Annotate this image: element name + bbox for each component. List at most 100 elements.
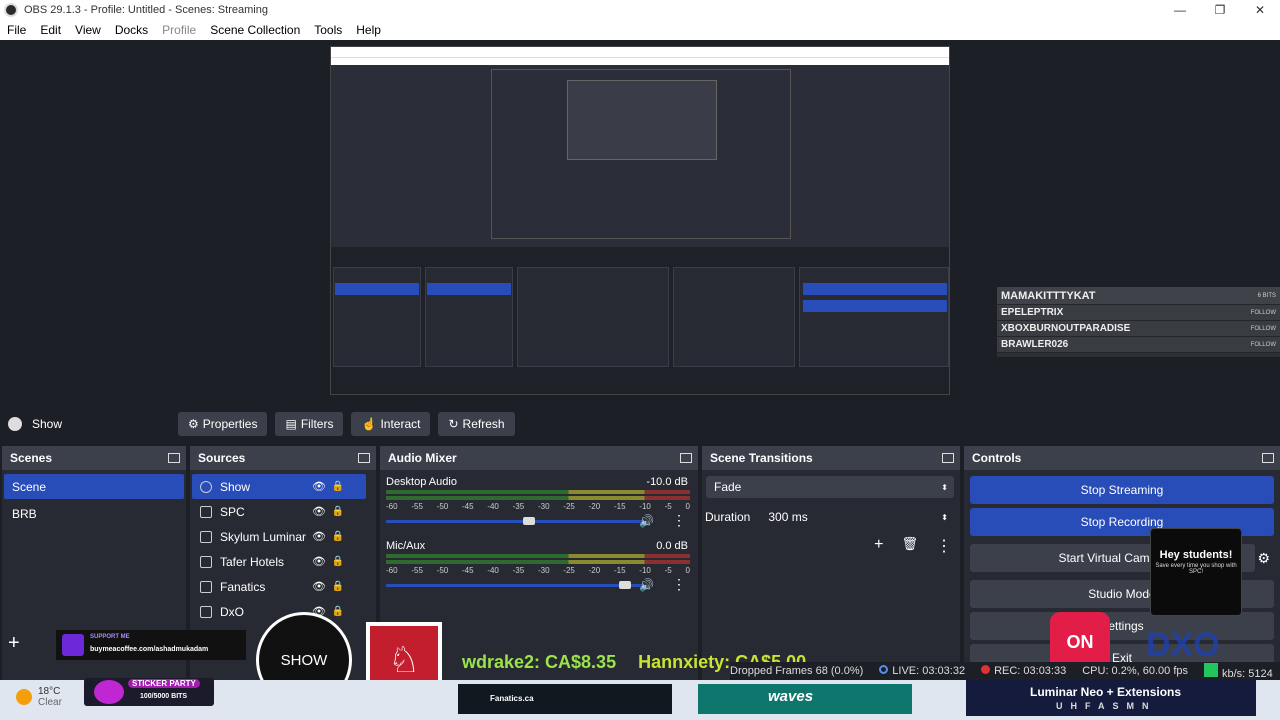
nested-transitions-dock	[673, 267, 795, 367]
controls-header: Controls	[964, 446, 1280, 470]
browser-source-icon	[8, 417, 22, 431]
record-icon	[981, 665, 991, 674]
nested-title-bar	[331, 47, 949, 57]
lock-icon[interactable]: 🔒	[332, 481, 344, 492]
more-options-icon[interactable]: ⋮	[936, 536, 952, 556]
filter-icon: ▤	[285, 417, 297, 431]
support-banner: SUPPORT ME buymeacoffee.com/ashadmukadam	[56, 630, 246, 660]
undock-icon[interactable]	[680, 453, 692, 463]
image-source-icon	[200, 505, 212, 518]
preview-area: MAMAKITTTYKAT 6 BITS EPELEPTRIX FOLLOW X…	[0, 40, 1280, 406]
eye-icon[interactable]: 👁	[312, 580, 326, 593]
spc-promo-overlay: Hey students! Save every time you shop w…	[1150, 528, 1242, 616]
scenes-header: Scenes	[2, 446, 186, 470]
menu-file[interactable]: File	[0, 23, 33, 37]
virtual-camera-settings-icon[interactable]: ⚙	[1257, 550, 1270, 567]
source-item-spc[interactable]: SPC 👁 🔒	[192, 499, 366, 524]
eye-icon[interactable]: 👁	[312, 530, 326, 543]
duration-input[interactable]: 300 ms ⬍	[760, 506, 954, 528]
add-scene-icon[interactable]: +	[8, 632, 20, 655]
undock-icon[interactable]	[168, 453, 180, 463]
unlock-icon[interactable]: 🔒	[332, 556, 344, 567]
menu-help[interactable]: Help	[349, 23, 388, 37]
obs-logo-icon	[4, 3, 18, 17]
coffee-cup-icon	[62, 634, 84, 656]
source-item-fanatics[interactable]: Fanatics 👁 🔒	[192, 574, 366, 599]
source-item-tafer[interactable]: Tafer Hotels 👁 🔒	[192, 549, 366, 574]
cpu-status: CPU: 0.2%, 60.00 fps	[1082, 665, 1188, 677]
volume-meter	[386, 496, 690, 500]
menu-profile[interactable]: Profile	[155, 23, 203, 37]
slider-knob[interactable]	[619, 581, 632, 589]
speaker-icon[interactable]: 🔊	[639, 514, 654, 528]
menu-docks[interactable]: Docks	[108, 23, 155, 37]
add-transition-icon[interactable]: +	[874, 536, 883, 556]
scene-transitions-dock: Scene Transitions Fade ⬍ Duration 300 ms…	[702, 446, 960, 680]
weather-widget[interactable]: 18°C Clear	[16, 686, 62, 708]
menu-view[interactable]: View	[68, 23, 108, 37]
browser-source-icon	[200, 480, 212, 493]
nested-scenes-dock	[333, 267, 421, 367]
chat-row: EPELEPTRIX FOLLOW	[997, 305, 1280, 321]
fanatics-ad: Fanatics.ca	[458, 684, 672, 714]
unlock-icon[interactable]: 🔒	[332, 531, 344, 542]
menu-edit[interactable]: Edit	[33, 23, 68, 37]
unlock-icon[interactable]: 🔒	[332, 581, 344, 592]
unlock-icon[interactable]: 🔒	[332, 606, 344, 617]
sources-header: Sources	[190, 446, 376, 470]
eye-icon[interactable]: 👁	[312, 555, 326, 568]
volume-slider[interactable]	[386, 517, 646, 525]
rec-status: REC: 03:03:33	[981, 665, 1066, 677]
image-source-icon	[200, 555, 212, 568]
mixer-channel-mic: Mic/Aux 0.0 dB -60 -55 -50 -45 -40 -35 -30 -25-…	[386, 540, 690, 593]
kbps-status: kb/s: 5124	[1204, 662, 1273, 680]
unlock-icon[interactable]: 🔒	[332, 506, 344, 517]
source-item-show[interactable]: Show 👁 🔒	[192, 474, 366, 499]
nested-mixer-dock	[517, 267, 669, 367]
nested-stop-streaming	[803, 283, 947, 295]
transition-select[interactable]: Fade ⬍	[706, 476, 954, 498]
spinner-icon[interactable]: ⬍	[941, 513, 948, 522]
interact-button[interactable]: ☝ Interact	[351, 412, 431, 436]
source-item-skylum[interactable]: Skylum Luminar 👁 🔒	[192, 524, 366, 549]
properties-button[interactable]: ⚙ Properties	[178, 412, 268, 436]
undock-icon[interactable]	[1262, 453, 1274, 463]
more-options-icon[interactable]: ⋮	[672, 512, 686, 529]
refresh-button[interactable]: ↻ Refresh	[438, 412, 515, 436]
chat-header: MAMAKITTTYKAT 6 BITS	[997, 287, 1280, 305]
menu-bar: File Edit View Docks Profile Scene Colle…	[0, 20, 1280, 40]
mixer-channel-desktop: Desktop Audio -10.0 dB -60 -55 -50 -45 -40 -3…	[386, 476, 690, 529]
nested-stop-recording	[803, 300, 947, 312]
pointer-icon: ☝	[361, 417, 377, 431]
undock-icon[interactable]	[942, 453, 954, 463]
scene-item-scene[interactable]: Scene	[4, 474, 184, 499]
eye-icon[interactable]: 👁	[312, 505, 326, 518]
scene-item-brb[interactable]: BRB	[4, 501, 184, 526]
undock-icon[interactable]	[358, 453, 370, 463]
minimize-icon[interactable]: —	[1160, 3, 1200, 17]
filters-button[interactable]: ▤ Filters	[275, 412, 344, 436]
current-source: Show	[8, 417, 178, 431]
eye-icon[interactable]: 👁	[312, 480, 326, 493]
volume-meter	[386, 490, 690, 494]
moon-icon	[16, 689, 32, 705]
stop-streaming-button[interactable]: Stop Streaming	[970, 476, 1274, 504]
preview-canvas[interactable]	[330, 46, 950, 395]
meter-ticks: -60 -55 -50 -45 -40 -35 -30 -25 -20 -15 -10 -5 0	[386, 566, 690, 575]
speaker-icon[interactable]: 🔊	[639, 578, 654, 592]
menu-tools[interactable]: Tools	[307, 23, 349, 37]
volume-slider[interactable]	[386, 581, 646, 589]
nested-docks	[331, 247, 949, 394]
close-icon[interactable]: ✕	[1240, 3, 1280, 17]
nested-inner-preview	[567, 80, 717, 160]
settings-button[interactable]: Settings	[970, 612, 1274, 640]
trash-icon[interactable]: 🗑	[901, 536, 918, 556]
dropped-frames: Dropped Frames 68 (0.0%)	[730, 665, 864, 677]
slider-knob[interactable]	[523, 517, 535, 525]
nested-controls-dock	[799, 267, 949, 367]
duration-label: Duration	[705, 510, 751, 524]
menu-scene-collection[interactable]: Scene Collection	[203, 23, 307, 37]
dxo-logo: DXO	[1146, 626, 1220, 664]
maximize-icon[interactable]: ❐	[1200, 3, 1240, 17]
more-options-icon[interactable]: ⋮	[672, 576, 686, 593]
